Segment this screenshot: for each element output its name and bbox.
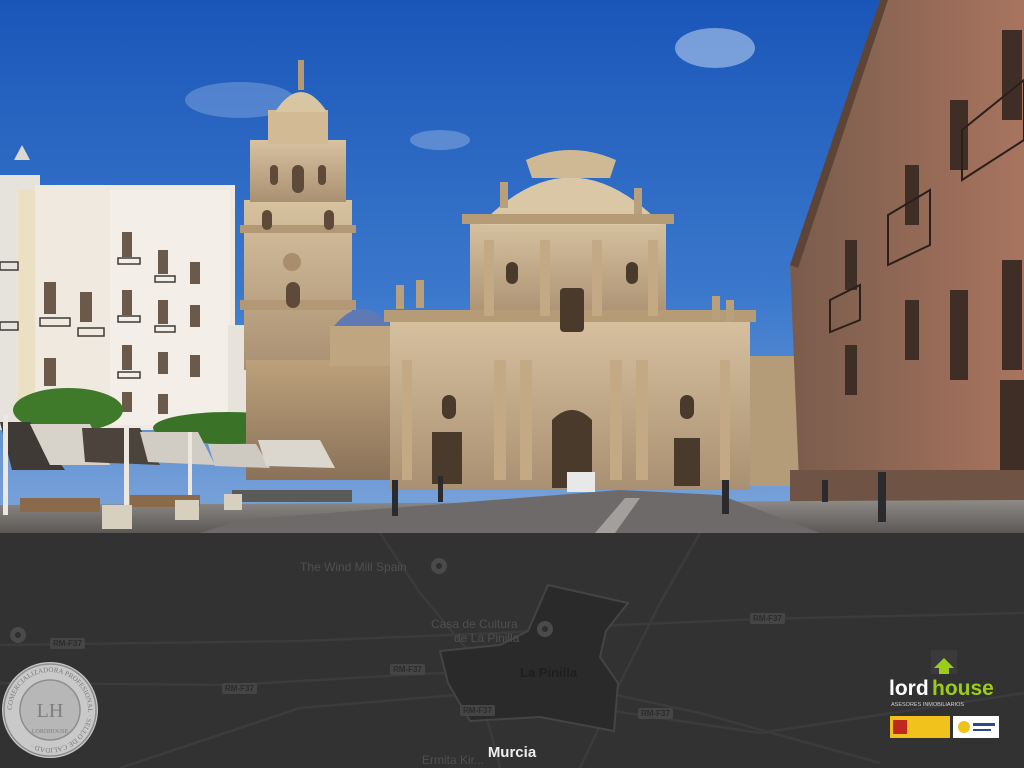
road-shield: RM-F37 (460, 705, 495, 716)
poi-pin-icon[interactable] (10, 627, 26, 643)
quality-seal-icon: COMERCIALIZADORA PROFESIONAL · SELLO DE … (2, 662, 98, 758)
poi-casa-label-1: Casa de Cultura (431, 617, 518, 631)
location-map[interactable]: The Wind Mill Spain Casa de Cultura de L… (0, 533, 1024, 768)
seal-monogram: LH (37, 700, 64, 722)
road-shield: RM-F37 (750, 613, 785, 624)
logo-brand-suffix: house (932, 677, 994, 700)
left-buildings (0, 145, 258, 430)
logo-brand-prefix: lord (889, 677, 929, 700)
road-shield: RM-F37 (638, 708, 673, 719)
road-shield: RM-F37 (390, 664, 425, 675)
area-label: La Pinilla (520, 665, 578, 680)
casa-cultura-pin-icon[interactable] (537, 621, 553, 637)
listing-image: The Wind Mill Spain Casa de Cultura de L… (0, 0, 1024, 768)
city-label: Murcia (487, 744, 537, 761)
seal-bottom-text: LORDHOUSE (32, 729, 69, 735)
van (567, 472, 595, 492)
windmill-pin-icon[interactable] (431, 558, 447, 574)
poi-casa-label-2: de La Pinilla (454, 631, 520, 645)
lordhouse-logo: lord house ASESORES INMOBILIARIOS (885, 650, 1009, 745)
cathedral-photo (0, 0, 1024, 533)
road-shield: RM-F37 (222, 683, 257, 694)
logo-tagline: ASESORES INMOBILIARIOS (891, 702, 964, 708)
road-lines (0, 533, 1024, 768)
road-shield: RM-F37 (50, 638, 85, 649)
poi-windmill-label: The Wind Mill Spain (300, 560, 407, 574)
